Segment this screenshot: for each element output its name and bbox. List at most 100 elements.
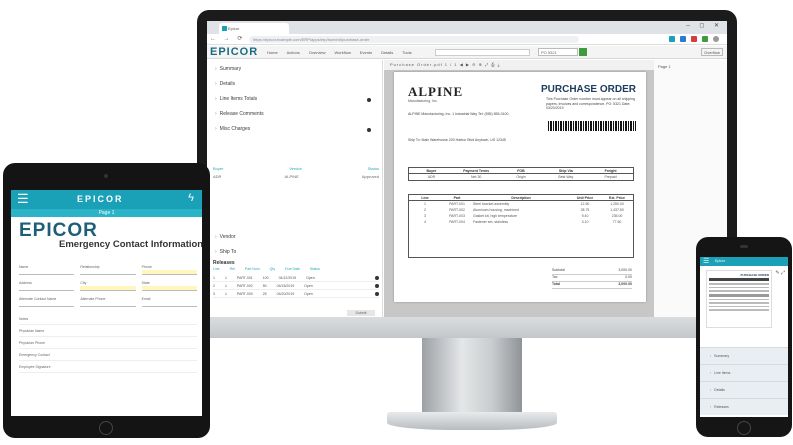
field-label: Name	[19, 265, 29, 269]
monitor-screen: Epicor – ◻ ✕ ← → ⟳ ⌂ https://epicor.exam…	[207, 21, 727, 317]
po-title: PURCHASE ORDER	[540, 84, 636, 95]
row-action-icon[interactable]	[375, 291, 379, 296]
column-header[interactable]: Status	[310, 267, 320, 274]
name-field[interactable]	[19, 270, 75, 275]
order-number-field[interactable]: PO 5321	[538, 48, 578, 56]
url-input[interactable]: https://epicor.example.com/ERP/apps/erp/…	[249, 36, 579, 43]
panel-section-line-items[interactable]: › Line Items Totals	[207, 92, 383, 107]
extension-icon[interactable]	[691, 36, 697, 42]
po-info-table: Buyer Payment Terms FOB Ship Via Freight…	[408, 167, 634, 181]
field-label: Relationship	[80, 265, 100, 269]
app-menu: Home Actions Overview Workflow Events De…	[267, 50, 412, 55]
table-row: 4 PART-004 Fastener set, stainless 3.10 77.5…	[424, 220, 622, 224]
row-action-icon[interactable]	[375, 275, 379, 280]
tablet-header: ☰ EPICOR ϟ	[11, 190, 202, 209]
column-header[interactable]: Qty	[270, 267, 275, 274]
camera-icon	[104, 174, 108, 178]
po-left-panel: › Summary › Details › Line Items Totals › Re…	[207, 60, 383, 317]
home-button[interactable]	[99, 421, 113, 435]
column-header[interactable]: Due Date	[285, 267, 300, 274]
panel-section-misc[interactable]: › Misc Charges	[207, 122, 383, 137]
phone-section-line-items[interactable]: › Line Items	[700, 364, 788, 381]
phone-section-summary[interactable]: › Summary	[700, 347, 788, 364]
pdf-toolbar[interactable]: Purchase Order.pdf 1 / 1 ◀ ▶ ⊖ ⊕ ⤢ ⎙ ⤓	[384, 60, 654, 70]
phone-header: ☰ Epicor	[700, 257, 788, 266]
address-field[interactable]	[19, 286, 75, 291]
state-field[interactable]	[141, 286, 197, 291]
status-dot-icon	[367, 98, 371, 102]
form-line[interactable]: Employee Signature	[19, 361, 197, 373]
barcode	[548, 121, 636, 131]
field-label: Alternate Phone	[80, 297, 106, 301]
panel-section-ship-to[interactable]: › Ship To	[207, 245, 383, 260]
monitor-stand-base	[387, 412, 557, 430]
menu-item[interactable]: Details	[381, 50, 393, 55]
panel-section-comments[interactable]: › Release Comments	[207, 107, 383, 122]
menu-item[interactable]: Actions	[287, 50, 300, 55]
app-search-input[interactable]	[435, 49, 530, 56]
hamburger-menu-icon[interactable]: ☰	[703, 257, 709, 266]
go-button[interactable]	[579, 48, 587, 56]
menu-item[interactable]: Home	[267, 50, 278, 55]
menu-item[interactable]: Workflow	[334, 50, 350, 55]
column-header[interactable]: Part Num	[245, 267, 260, 274]
edit-expand-icons[interactable]: ✎ ⤢	[775, 270, 785, 276]
browser-tab[interactable]: Epicor	[219, 23, 289, 34]
table-row[interactable]: 1 1 PART-001 100 04/12/2019 Open	[213, 274, 379, 282]
po-thumbnail[interactable]: PURCHASE ORDER	[706, 270, 772, 328]
chevron-right-icon: ›	[215, 234, 217, 240]
po-summary-fields: Buyer Vendor Status ADR ALPINE Approved	[213, 166, 379, 182]
menu-item[interactable]: Overview	[309, 50, 326, 55]
submit-button[interactable]: Submit	[347, 310, 375, 316]
panel-section-summary[interactable]: › Summary	[207, 62, 383, 77]
phone-section-details[interactable]: › Details	[700, 381, 788, 398]
table-row[interactable]: 3 1 PART-003 25 04/20/2019 Open	[213, 290, 379, 298]
chevron-right-icon: ›	[215, 126, 217, 132]
po-lines-table: Line Part Description Unit Price Ext. Pr…	[408, 194, 634, 258]
epicor-logo: EPICOR	[210, 46, 259, 58]
menu-item[interactable]: Events	[360, 50, 372, 55]
column-header[interactable]: Line	[213, 267, 220, 274]
field-label: City	[80, 281, 87, 285]
releases-grid: Releases Line Rel Part Num Qty Due Date …	[213, 260, 379, 298]
profile-avatar[interactable]	[713, 36, 719, 42]
side-label: Page 1	[658, 64, 671, 69]
panel-section-vendor[interactable]: › Vendor	[207, 230, 383, 245]
vendor-address: ALPINE Manufacturing, Inc. 1 Industrial …	[408, 112, 509, 116]
relationship-field[interactable]	[80, 270, 136, 275]
alt-phone-field[interactable]	[80, 302, 136, 307]
field-label: Vendor	[289, 166, 302, 171]
table-row[interactable]: 2 1 PART-002 50 04/15/2019 Open	[213, 282, 379, 290]
chevron-right-icon: ›	[710, 405, 712, 409]
column-header[interactable]: Rel	[230, 267, 235, 274]
purchase-order-page: ALPINE Manufacturing, Inc. PURCHASE ORDE…	[394, 72, 646, 302]
lightning-icon[interactable]: ϟ	[188, 192, 194, 204]
window-controls[interactable]: – ◻ ✕	[686, 22, 723, 29]
extension-icon[interactable]	[680, 36, 686, 42]
hamburger-menu-icon[interactable]: ☰	[17, 192, 29, 206]
email-field[interactable]	[141, 302, 197, 307]
form-line[interactable]: Physician Name	[19, 325, 197, 337]
extension-icon[interactable]	[702, 36, 708, 42]
desktop-monitor: Epicor – ◻ ✕ ← → ⟳ ⌂ https://epicor.exam…	[197, 10, 737, 338]
form-line[interactable]: Emergency Contact	[19, 349, 197, 361]
row-action-icon[interactable]	[375, 283, 379, 288]
alt-contact-field[interactable]	[19, 302, 75, 307]
thumbnail-title: PURCHASE ORDER	[740, 273, 769, 277]
epicor-app-bar: EPICOR Home Actions Overview Workflow Ev…	[207, 46, 727, 59]
field-label: Buyer	[213, 166, 224, 171]
extension-icon[interactable]	[669, 36, 675, 42]
field-label: Phone	[141, 265, 152, 269]
pdf-viewer: Purchase Order.pdf 1 / 1 ◀ ▶ ⊖ ⊕ ⤢ ⎙ ⤓ P…	[384, 60, 727, 317]
phone-field[interactable]	[141, 270, 197, 275]
city-field[interactable]	[80, 286, 136, 291]
monitor-chin	[197, 317, 737, 338]
form-line[interactable]: Physician Phone	[19, 337, 197, 349]
phone-section-releases[interactable]: › Releases	[700, 398, 788, 415]
menu-item[interactable]: Tools	[402, 50, 411, 55]
panel-section-details[interactable]: › Details	[207, 77, 383, 92]
overflow-button[interactable]: Overflow	[701, 48, 723, 56]
form-line[interactable]: Notes	[19, 313, 197, 325]
emergency-contact-form: Name Relationship Phone Address City Sta…	[19, 265, 197, 373]
home-button[interactable]	[737, 421, 751, 435]
